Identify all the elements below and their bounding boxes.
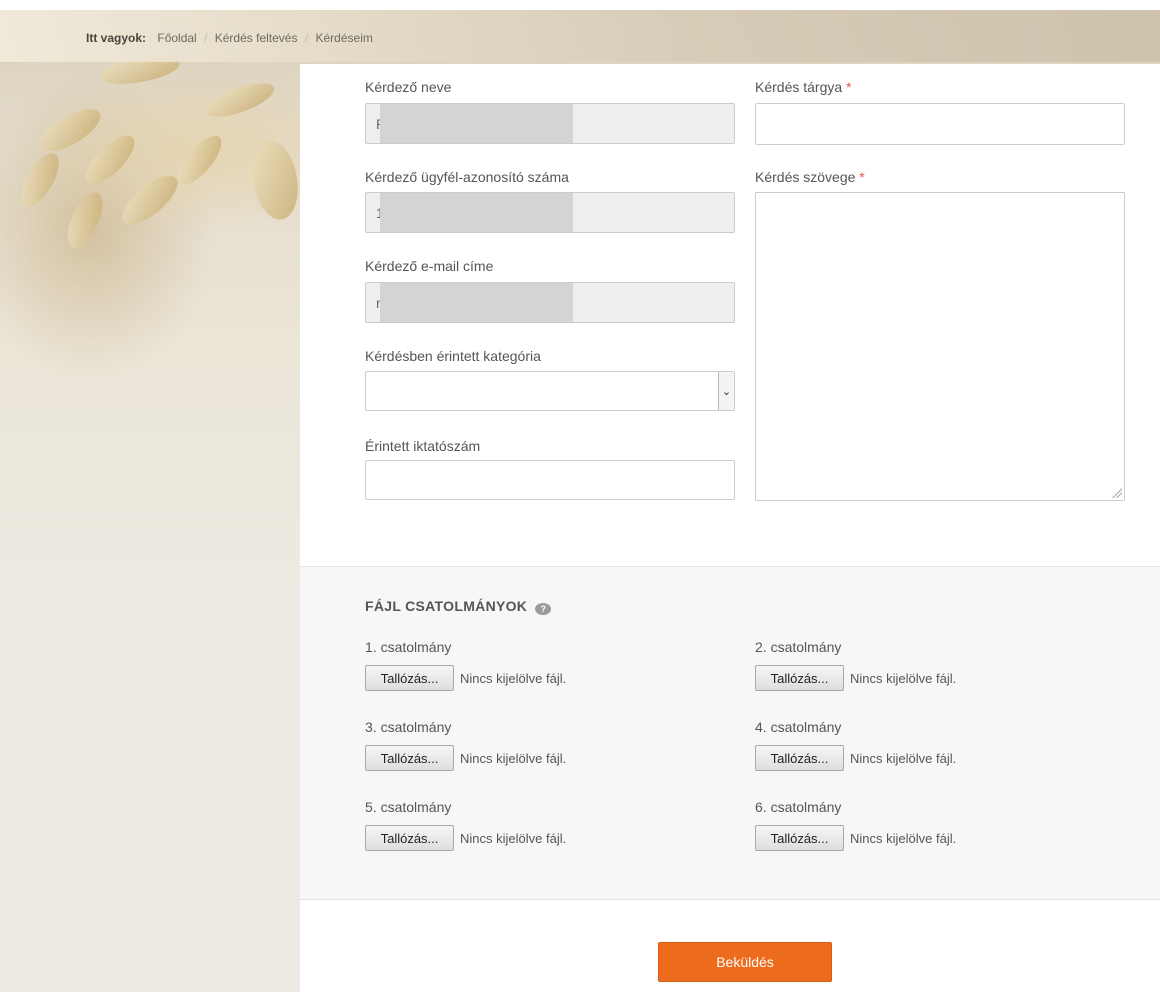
attachments-title: FÁJL CSATOLMÁNYOK ? — [365, 598, 552, 615]
breadcrumb-separator: / — [204, 31, 208, 45]
resize-grip-icon[interactable] — [1112, 488, 1122, 498]
category-select[interactable]: ⌄ — [365, 371, 735, 411]
subject-label-text: Kérdés tárgya — [755, 79, 843, 95]
body-textarea[interactable] — [755, 192, 1125, 501]
chevron-down-icon[interactable]: ⌄ — [718, 372, 734, 410]
attachment-5-browse-button[interactable]: Tallózás... — [365, 825, 454, 851]
breadcrumb-separator: / — [304, 31, 309, 45]
attachment-3-label: 3. csatolmány — [365, 719, 452, 735]
body-label: Kérdés szövege * — [755, 169, 865, 185]
required-mark: * — [859, 169, 865, 185]
attachment-6-browse-button[interactable]: Tallózás... — [755, 825, 844, 851]
reference-input[interactable] — [365, 460, 735, 500]
attachment-4-label: 4. csatolmány — [755, 719, 842, 735]
submit-button[interactable]: Beküldés — [658, 942, 832, 982]
attachments-title-text: FÁJL CSATOLMÁNYOK — [365, 598, 528, 614]
attachment-4-status: Nincs kijelölve fájl. — [850, 751, 957, 766]
attachment-1-browse-button[interactable]: Tallózás... — [365, 665, 454, 691]
reference-label: Érintett iktatószám — [365, 438, 481, 454]
body-label-text: Kérdés szövege — [755, 169, 856, 185]
subject-label: Kérdés tárgya * — [755, 79, 852, 95]
attachment-3-status: Nincs kijelölve fájl. — [460, 751, 567, 766]
attachment-3-browse-button[interactable]: Tallózás... — [365, 745, 454, 771]
subject-input[interactable] — [755, 103, 1125, 145]
attachment-6-label: 6. csatolmány — [755, 799, 842, 815]
attachment-5-status: Nincs kijelölve fájl. — [460, 831, 567, 846]
wheat-decoration — [21, 56, 298, 248]
redaction-block — [380, 283, 573, 322]
attachments-section: FÁJL CSATOLMÁNYOK ? 1. csatolmány Tallóz… — [300, 566, 1160, 900]
redaction-block — [380, 193, 573, 232]
attachment-2-browse-button[interactable]: Tallózás... — [755, 665, 844, 691]
asker-email-label: Kérdező e-mail címe — [365, 258, 494, 274]
attachment-6-status: Nincs kijelölve fájl. — [850, 831, 957, 846]
breadcrumb-lead: Itt vagyok: — [86, 31, 147, 45]
redaction-block — [380, 104, 573, 143]
breadcrumb-link-ask[interactable]: Kérdés feltevés — [215, 31, 298, 45]
breadcrumb: Itt vagyok: Főoldal / Kérdés feltevés / … — [86, 31, 373, 45]
asker-name-label: Kérdező neve — [365, 79, 452, 95]
attachment-1-status: Nincs kijelölve fájl. — [460, 671, 567, 686]
attachment-4-browse-button[interactable]: Tallózás... — [755, 745, 844, 771]
attachment-2-label: 2. csatolmány — [755, 639, 842, 655]
asker-id-label: Kérdező ügyfél-azonosító száma — [365, 169, 569, 185]
breadcrumb-link-my-questions[interactable]: Kérdéseim — [316, 31, 373, 45]
attachment-5-label: 5. csatolmány — [365, 799, 452, 815]
help-bubble-icon[interactable]: ? — [535, 603, 552, 615]
required-mark: * — [846, 79, 852, 95]
attachment-2-status: Nincs kijelölve fájl. — [850, 671, 957, 686]
category-label: Kérdésben érintett kategória — [365, 348, 541, 364]
attachment-1-label: 1. csatolmány — [365, 639, 452, 655]
breadcrumb-link-home[interactable]: Főoldal — [157, 31, 196, 45]
top-strip — [0, 0, 1160, 10]
